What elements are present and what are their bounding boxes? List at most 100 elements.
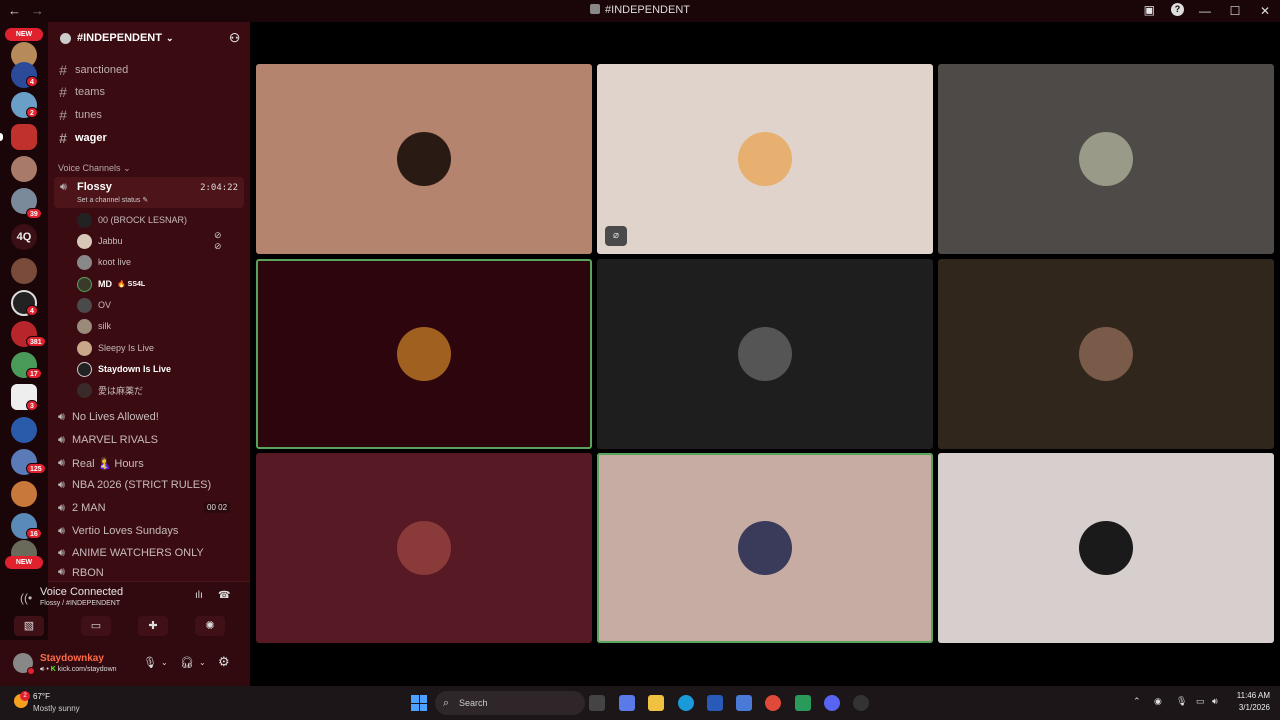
server-icon-text[interactable]: 4Q	[11, 224, 37, 250]
participant-tile-speaking[interactable]	[256, 259, 592, 449]
username[interactable]: Staydownkay	[40, 653, 104, 664]
channel-tunes[interactable]: # tunes	[58, 105, 102, 125]
voice-member[interactable]: silk	[77, 316, 111, 336]
headphones-icon[interactable]: 🎧︎	[180, 656, 194, 669]
server-header[interactable]: #INDEPENDENT ⌄ ⚇	[48, 22, 250, 54]
server-icon[interactable]	[11, 156, 37, 182]
taskbar-search[interactable]: ⌕ Search	[435, 691, 585, 715]
voice-member[interactable]: Jabbu ⊘ ⊘	[77, 230, 222, 251]
disconnect-icon[interactable]: ☎	[218, 590, 230, 601]
voice-channel-active[interactable]: 🔊︎ Flossy 2:04:22 Set a channel status ✎	[54, 177, 244, 208]
chevron-down-icon: ⌄	[123, 163, 131, 173]
chevron-down-icon[interactable]: ⌄	[161, 658, 168, 667]
channel-status-prompt[interactable]: Set a channel status ✎	[77, 196, 148, 204]
speaker-icon: 🔊︎	[60, 181, 67, 193]
member-name: Staydown Is Live	[98, 364, 172, 374]
weather-condition: Mostly sunny	[33, 704, 80, 713]
voice-connected-label: Voice Connected	[40, 586, 124, 598]
voice-member[interactable]: Sleepy Is Live	[77, 338, 154, 358]
participant-tile-speaking[interactable]	[597, 453, 933, 643]
avatar	[738, 132, 792, 186]
speaker-icon: 🔊︎	[58, 410, 65, 423]
close-button[interactable]: ✕	[1250, 0, 1280, 22]
server-icon[interactable]	[11, 481, 37, 507]
participant-tile[interactable]	[938, 64, 1274, 254]
clock[interactable]: 11:46 AM 3/1/2026	[1222, 691, 1270, 712]
discord-icon[interactable]	[824, 695, 840, 711]
voice-category[interactable]: Voice Channels ⌄	[58, 163, 131, 174]
temperature[interactable]: 67°F	[33, 692, 50, 701]
camera-off-button[interactable]: ▧	[14, 616, 44, 636]
voice-channel[interactable]: 🔊︎ ANIME WATCHERS ONLY	[58, 543, 204, 563]
invite-people-icon[interactable]: ⚇	[229, 31, 240, 45]
connection-signal-icon[interactable]: ((•	[20, 591, 32, 605]
chevron-down-icon[interactable]: ⌄	[199, 658, 206, 667]
voice-channel[interactable]: 🔊︎ No Lives Allowed!	[58, 407, 159, 427]
voice-channel[interactable]: 🔊︎ MARVEL RIVALS	[58, 430, 158, 450]
voice-channel[interactable]: 🔊︎ NBA 2026 (STRICT RULES)	[58, 475, 211, 495]
avatar	[397, 327, 451, 381]
voice-member[interactable]: Staydown Is Live	[77, 359, 171, 379]
participant-tile[interactable]	[597, 259, 933, 449]
voice-channel[interactable]: 🔊︎ 2 MAN 00 02	[58, 498, 240, 518]
participant-tile[interactable]: ⌀	[597, 64, 933, 254]
channel-wager[interactable]: # wager	[58, 128, 107, 148]
server-name: #INDEPENDENT	[77, 32, 162, 44]
server-gear-icon	[60, 32, 71, 44]
voice-connected-panel: ((• Voice Connected Flossy / #INDEPENDEN…	[14, 581, 250, 640]
share-screen-button[interactable]: ▭	[81, 616, 111, 636]
category-label: Voice Channels	[58, 163, 121, 173]
voice-channel-label: Real 🤱 Hours	[71, 457, 144, 470]
voice-channel[interactable]: 🔊︎ RBON	[58, 566, 104, 579]
voice-connection-location[interactable]: Flossy / #INDEPENDENT	[40, 600, 120, 607]
voice-member[interactable]: 愛は麻薬だ	[77, 380, 143, 400]
app-icon[interactable]	[619, 695, 635, 711]
chrome-icon[interactable]	[765, 695, 781, 711]
help-icon[interactable]: ?	[1171, 3, 1184, 16]
voice-member[interactable]: 00 (BROCK LESNAR)	[77, 210, 187, 230]
network-icon[interactable]: ▭	[1196, 696, 1205, 707]
voice-member[interactable]: MD 🔥 SS4L	[77, 274, 145, 294]
app-icon[interactable]	[795, 695, 811, 711]
volume-icon[interactable]: 🔊︎	[1212, 696, 1218, 707]
windows-start-icon[interactable]	[411, 695, 427, 711]
channel-sanctioned[interactable]: # sanctioned	[58, 60, 128, 80]
participant-tile[interactable]	[938, 259, 1274, 449]
chevron-up-icon[interactable]: ⌃	[1133, 696, 1141, 707]
channel-teams[interactable]: # teams	[58, 82, 105, 102]
settings-gear-icon[interactable]: ⚙	[218, 654, 230, 670]
tray-app-icon[interactable]: ◉	[1154, 696, 1162, 707]
maximize-button[interactable]: ☐	[1220, 0, 1250, 22]
server-icon[interactable]	[11, 258, 37, 284]
title-tools: ▣ ?	[1144, 3, 1184, 17]
voice-channel[interactable]: 🔊︎ Vertio Loves Sundays	[58, 521, 178, 541]
voice-member[interactable]: koot live	[77, 252, 131, 272]
chevron-down-icon: ⌄	[165, 32, 174, 43]
user-status: 🔊︎ • K kick.com/staydown	[40, 666, 117, 673]
file-explorer-icon[interactable]	[648, 695, 664, 711]
mention-badge: 3	[26, 400, 38, 411]
app-icon[interactable]	[736, 695, 752, 711]
noise-suppression-icon[interactable]: ılı	[195, 590, 203, 601]
server-icon[interactable]	[11, 417, 37, 443]
member-name: silk	[98, 321, 111, 331]
voice-channel[interactable]: 🔊︎ Real 🤱 Hours	[58, 453, 144, 473]
participant-tile[interactable]	[256, 64, 592, 254]
microphone-icon[interactable]: 🎙︎	[143, 656, 157, 669]
task-view-icon[interactable]	[589, 695, 605, 711]
screen-share-icon[interactable]: ▣	[1144, 3, 1155, 17]
call-timer: 2:04:22	[200, 183, 238, 193]
edge-icon[interactable]	[678, 695, 694, 711]
store-icon[interactable]	[707, 695, 723, 711]
participant-tile[interactable]	[938, 453, 1274, 643]
voice-channel-label: Vertio Loves Sundays	[71, 525, 179, 537]
server-icon-selected[interactable]	[11, 124, 37, 150]
activities-button[interactable]: ✚	[138, 616, 168, 636]
voice-member[interactable]: OV	[77, 295, 111, 315]
app-icon[interactable]	[853, 695, 869, 711]
participant-tile[interactable]	[256, 453, 592, 643]
soundboard-button[interactable]: ✺	[195, 616, 225, 636]
microphone-icon[interactable]: 🎙︎	[1176, 696, 1187, 707]
muted-deafened-icon: ⊘ ⊘	[214, 230, 222, 251]
minimize-button[interactable]: —	[1190, 0, 1220, 22]
